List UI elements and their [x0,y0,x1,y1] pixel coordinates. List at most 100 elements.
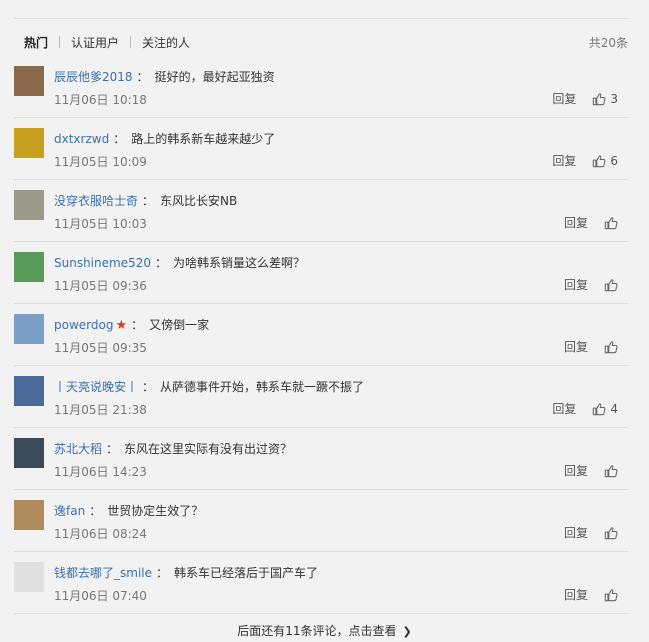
like-button[interactable] [604,464,618,478]
colon-separator: ： [156,566,169,580]
thumbs-up-icon [592,92,606,106]
like-button[interactable] [604,340,618,354]
comment-username[interactable]: powerdog [54,318,113,332]
comment-item: dxtxrzwd ： 路上的韩系新车越来越少了 11月05日 10:09 回复 6 [14,118,628,180]
comment-item: 钱都去哪了_smile ： 韩系车已经落后于国产车了 11月06日 07:40 回复 [14,552,628,614]
comment-time: 11月06日 07:40 [54,589,147,603]
tab-hot[interactable]: 热门 [24,34,48,51]
thumbs-up-icon [592,154,606,168]
like-button[interactable] [604,278,618,292]
thumbs-up-icon [604,216,618,230]
comment-text: 东风比长安NB [160,194,238,208]
comment-username[interactable]: dxtxrzwd [54,132,109,146]
colon-separator: ： [113,132,126,146]
comment-time: 11月06日 08:24 [54,527,147,541]
avatar[interactable] [14,500,44,530]
comment-username[interactable]: 丨天亮说晚安丨 [54,380,138,394]
comment-item: 苏北大稻 ： 东风在这里实际有没有出过资？ 11月06日 14:23 回复 [14,428,628,490]
verified-star-icon: ★ [115,318,128,333]
comment-list: 辰辰他爹2018：挺好的，最好起亚独资 11月06日 10:18 回复 3 dx… [14,56,628,614]
colon-separator: ： [142,380,155,394]
comment-actions: 回复 6 [552,152,618,169]
like-button[interactable] [604,526,618,540]
comment-actions: 回复 [564,524,618,541]
comment-time: 11月05日 10:09 [54,155,147,169]
comment-text: 路上的韩系新车越来越少了 [131,132,276,146]
colon-separator: ： [154,256,167,270]
comment-item: 辰辰他爹2018： 挺好的，最好起亚独资 11月06日 10:18 回复 3 [14,56,628,118]
comment-username[interactable]: 辰辰他爹2018 [54,70,133,84]
thumbs-up-icon [604,340,618,354]
reply-button[interactable]: 回复 [564,276,588,293]
avatar[interactable] [14,438,44,468]
like-button[interactable]: 4 [592,402,618,416]
tab-separator [130,36,132,48]
tab-following[interactable]: 关注的人 [142,34,190,51]
like-count: 4 [610,401,618,416]
reply-button[interactable]: 回复 [564,462,588,479]
like-button[interactable]: 6 [592,154,618,168]
avatar[interactable] [14,252,44,282]
comment-actions: 回复 4 [552,400,618,417]
avatar[interactable] [14,66,44,96]
total-count: 共20条 [588,36,628,50]
tab-verified-users[interactable]: 认证用户 [71,34,119,51]
reply-button[interactable]: 回复 [552,90,576,107]
chevron-right-icon: ❯ [402,625,412,638]
avatar[interactable] [14,562,44,592]
comment-item: Sunshineme520： 为啥韩系销量这么差啊？ 11月05日 09:36 回… [14,242,628,304]
comment-text: 挺好的，最好起亚独资 [154,70,275,84]
like-button[interactable] [604,216,618,230]
reply-button[interactable]: 回复 [552,400,576,417]
reply-button[interactable]: 回复 [564,338,588,355]
reply-button[interactable]: 回复 [552,152,576,169]
like-count: 3 [610,91,618,106]
comment-actions: 回复 [564,338,618,355]
colon-separator: ： [131,318,144,332]
comment-time: 11月05日 09:35 [54,341,147,355]
colon-separator: ： [136,70,149,84]
comment-text: 东风在这里实际有没有出过资？ [124,442,293,456]
thumbs-up-icon [604,526,618,540]
colon-separator: ： [89,504,102,518]
comment-text: 世贸协定生效了？ [107,504,204,518]
comment-item: 没穿衣服哈士奇 ： 东风比长安NB 11月05日 10:03 回复 [14,180,628,242]
avatar[interactable] [14,314,44,344]
comment-username[interactable]: 苏北大稻 [54,442,102,456]
like-button[interactable] [604,588,618,602]
thumbs-up-icon [592,402,606,416]
top-divider [14,18,628,19]
reply-button[interactable]: 回复 [564,524,588,541]
comment-time: 11月06日 14:23 [54,465,147,479]
comment-text: 为啥韩系销量这么差啊？ [173,256,306,270]
comment-time: 11月05日 10:03 [54,217,147,231]
comment-time: 11月05日 09:36 [54,279,147,293]
avatar[interactable] [14,190,44,220]
comment-username[interactable]: Sunshineme520 [54,256,151,270]
reply-button[interactable]: 回复 [564,214,588,231]
thumbs-up-icon [604,464,618,478]
comment-username[interactable]: 没穿衣服哈士奇 [54,194,138,208]
comment-text: 又傍倒一家 [149,318,210,332]
tab-separator [59,36,61,48]
comment-username[interactable]: 逸fan [54,504,85,518]
comment-item: 逸fan ： 世贸协定生效了？ 11月06日 08:24 回复 [14,490,628,552]
comment-text: 从萨德事件开始，韩系车就一蹶不振了 [160,380,365,394]
comment-actions: 回复 [564,276,618,293]
comment-item: powerdog ★： 又傍倒一家 11月05日 09:35 回复 [14,304,628,366]
like-count: 6 [610,153,618,168]
comment-time: 11月06日 10:18 [54,93,147,107]
load-more-link[interactable]: 后面还有11条评论，点击查看 ❯ [0,622,649,639]
comment-actions: 回复 [564,462,618,479]
colon-separator: ： [142,194,155,208]
load-more-label: 后面还有11条评论，点击查看 [237,624,397,638]
comment-actions: 回复 [564,214,618,231]
comment-username[interactable]: 钱都去哪了_smile [54,566,152,580]
like-button[interactable]: 3 [592,92,618,106]
comment-time: 11月05日 21:38 [54,403,147,417]
reply-button[interactable]: 回复 [564,586,588,603]
comment-tabs: 热门 认证用户 关注的人 [24,34,190,50]
colon-separator: ： [106,442,119,456]
avatar[interactable] [14,376,44,406]
avatar[interactable] [14,128,44,158]
